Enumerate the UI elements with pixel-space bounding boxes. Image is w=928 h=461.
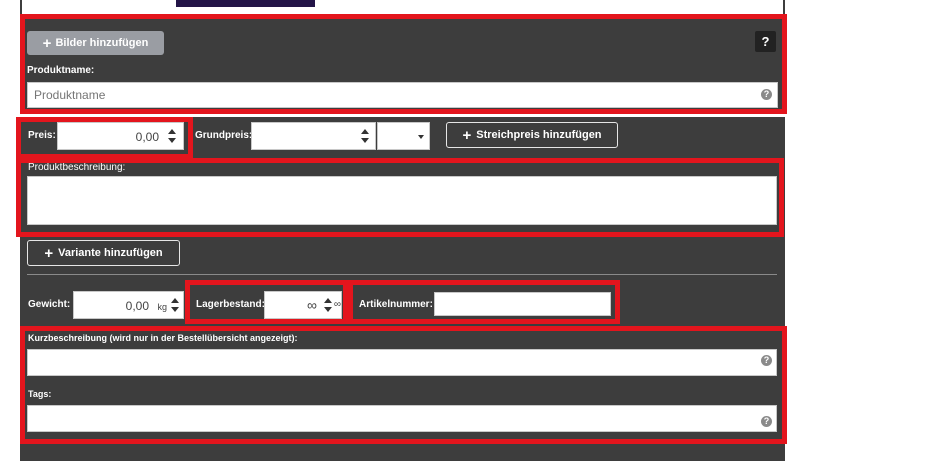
base-price-stepper[interactable]	[360, 129, 370, 144]
divider	[27, 274, 777, 275]
weight-value: 0,00	[125, 299, 149, 313]
add-variant-button[interactable]: + Variante hinzufügen	[27, 240, 180, 266]
weight-field[interactable]: 0,00 kg	[73, 291, 184, 319]
header-bar	[176, 0, 315, 7]
highlight-box-description	[16, 158, 784, 237]
base-price-label: Grundpreis:	[195, 130, 253, 141]
highlight-box-images-name	[20, 14, 787, 114]
base-price-field[interactable]	[251, 122, 376, 150]
highlight-box-sku	[348, 280, 620, 324]
add-strike-price-button[interactable]: + Streichpreis hinzufügen	[446, 122, 618, 148]
plus-icon: +	[44, 244, 54, 262]
add-variant-label: Variante hinzufügen	[58, 247, 163, 259]
plus-icon: +	[462, 126, 472, 144]
highlight-box-price	[16, 117, 193, 159]
base-price-unit-select[interactable]	[377, 122, 430, 150]
highlight-box-stock	[185, 280, 348, 324]
highlight-box-short-description-tags	[20, 326, 787, 444]
weight-unit: kg	[157, 302, 167, 312]
weight-stepper[interactable]	[170, 298, 180, 313]
weight-label: Gewicht:	[28, 299, 71, 310]
add-strike-price-label: Streichpreis hinzufügen	[476, 129, 602, 141]
chevron-down-icon	[418, 135, 424, 139]
